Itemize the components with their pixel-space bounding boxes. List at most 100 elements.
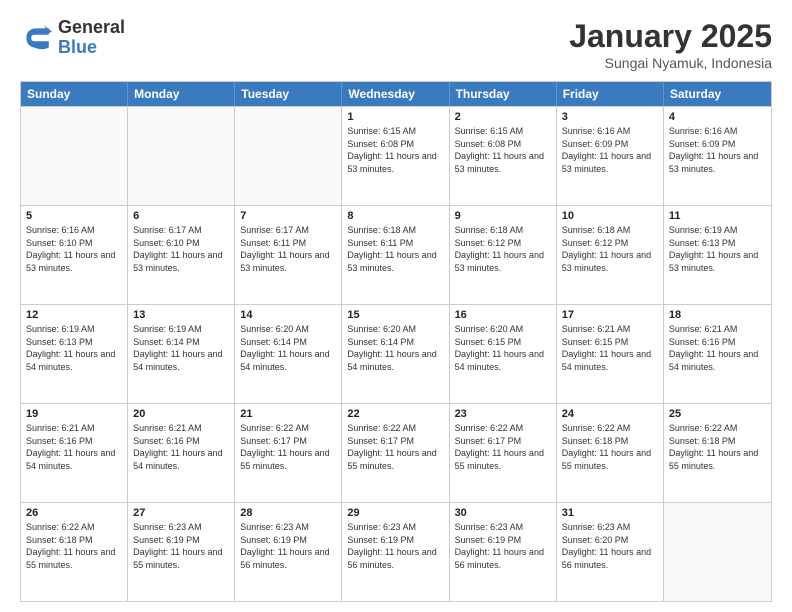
calendar-cell: 12Sunrise: 6:19 AM Sunset: 6:13 PM Dayli… [21,305,128,403]
day-number: 12 [26,309,122,321]
day-number: 18 [669,309,766,321]
day-info: Sunrise: 6:18 AM Sunset: 6:12 PM Dayligh… [562,224,658,274]
logo: General Blue [20,18,125,58]
calendar-cell: 3 Sunrise: 6:16 AM Sunset: 6:09 PM Daylig… [557,107,664,205]
day-number: 6 [133,210,229,222]
day-info: Sunrise: 6:22 AM Sunset: 6:18 PM Dayligh… [562,422,658,472]
day-number: 28 [240,507,336,519]
day-info: Sunrise: 6:17 AM Sunset: 6:10 PM Dayligh… [133,224,229,274]
logo-text: General Blue [58,18,125,58]
calendar-cell: 18Sunrise: 6:21 AM Sunset: 6:16 PM Dayli… [664,305,771,403]
day-number: 16 [455,309,551,321]
calendar-cell: 13 Sunrise: 6:19 AM Sunset: 6:14 PM Dayli… [128,305,235,403]
calendar-body: 1Sunrise: 6:15 AM Sunset: 6:08 PM Daylig… [21,106,771,601]
header-day-tuesday: Tuesday [235,82,342,106]
day-number: 9 [455,210,551,222]
calendar-cell: 20 Sunrise: 6:21 AM Sunset: 6:16 PM Dayli… [128,404,235,502]
header-day-sunday: Sunday [21,82,128,106]
day-info: Sunrise: 6:16 AM Sunset: 6:09 PM Dayligh… [562,125,658,175]
calendar-cell: 30 Sunrise: 6:23 AM Sunset: 6:19 PM Dayli… [450,503,557,601]
day-info: Sunrise: 6:23 AM Sunset: 6:19 PM Dayligh… [347,521,443,571]
calendar: SundayMondayTuesdayWednesdayThursdayFrid… [20,81,772,602]
day-number: 14 [240,309,336,321]
calendar-header: SundayMondayTuesdayWednesdayThursdayFrid… [21,82,771,106]
header-day-saturday: Saturday [664,82,771,106]
day-number: 21 [240,408,336,420]
day-info: Sunrise: 6:23 AM Sunset: 6:19 PM Dayligh… [133,521,229,571]
day-number: 3 [562,111,658,123]
day-number: 30 [455,507,551,519]
calendar-cell: 14 Sunrise: 6:20 AM Sunset: 6:14 PM Dayli… [235,305,342,403]
day-info: Sunrise: 6:15 AM Sunset: 6:08 PM Dayligh… [347,125,443,175]
day-number: 10 [562,210,658,222]
calendar-cell: 29 Sunrise: 6:23 AM Sunset: 6:19 PM Dayli… [342,503,449,601]
calendar-cell: 8 Sunrise: 6:18 AM Sunset: 6:11 PM Daylig… [342,206,449,304]
day-number: 19 [26,408,122,420]
day-info: Sunrise: 6:16 AM Sunset: 6:09 PM Dayligh… [669,125,766,175]
day-number: 5 [26,210,122,222]
logo-general-text: General [58,18,125,38]
calendar-cell: 26 Sunrise: 6:22 AM Sunset: 6:18 PM Dayli… [21,503,128,601]
calendar-row-1: 5 Sunrise: 6:16 AM Sunset: 6:10 PM Daylig… [21,205,771,304]
logo-blue-text: Blue [58,38,125,58]
day-info: Sunrise: 6:17 AM Sunset: 6:11 PM Dayligh… [240,224,336,274]
calendar-row-0: 1Sunrise: 6:15 AM Sunset: 6:08 PM Daylig… [21,106,771,205]
calendar-cell: 1Sunrise: 6:15 AM Sunset: 6:08 PM Daylig… [342,107,449,205]
day-info: Sunrise: 6:23 AM Sunset: 6:20 PM Dayligh… [562,521,658,571]
title-section: January 2025 Sungai Nyamuk, Indonesia [569,18,772,71]
day-number: 23 [455,408,551,420]
calendar-row-2: 12Sunrise: 6:19 AM Sunset: 6:13 PM Dayli… [21,304,771,403]
header-day-friday: Friday [557,82,664,106]
day-info: Sunrise: 6:22 AM Sunset: 6:17 PM Dayligh… [240,422,336,472]
day-number: 2 [455,111,551,123]
calendar-cell: 6 Sunrise: 6:17 AM Sunset: 6:10 PM Daylig… [128,206,235,304]
day-info: Sunrise: 6:19 AM Sunset: 6:13 PM Dayligh… [669,224,766,274]
day-number: 13 [133,309,229,321]
day-info: Sunrise: 6:18 AM Sunset: 6:11 PM Dayligh… [347,224,443,274]
calendar-cell: 28 Sunrise: 6:23 AM Sunset: 6:19 PM Dayli… [235,503,342,601]
day-info: Sunrise: 6:19 AM Sunset: 6:14 PM Dayligh… [133,323,229,373]
calendar-row-4: 26 Sunrise: 6:22 AM Sunset: 6:18 PM Dayli… [21,502,771,601]
calendar-cell [664,503,771,601]
calendar-cell: 10 Sunrise: 6:18 AM Sunset: 6:12 PM Dayli… [557,206,664,304]
header-day-wednesday: Wednesday [342,82,449,106]
day-number: 27 [133,507,229,519]
calendar-cell [128,107,235,205]
calendar-cell: 21 Sunrise: 6:22 AM Sunset: 6:17 PM Dayli… [235,404,342,502]
page: General Blue January 2025 Sungai Nyamuk,… [0,0,792,612]
day-info: Sunrise: 6:23 AM Sunset: 6:19 PM Dayligh… [240,521,336,571]
day-info: Sunrise: 6:20 AM Sunset: 6:15 PM Dayligh… [455,323,551,373]
calendar-cell: 16 Sunrise: 6:20 AM Sunset: 6:15 PM Dayli… [450,305,557,403]
day-number: 4 [669,111,766,123]
calendar-cell: 24Sunrise: 6:22 AM Sunset: 6:18 PM Dayli… [557,404,664,502]
day-number: 17 [562,309,658,321]
day-info: Sunrise: 6:20 AM Sunset: 6:14 PM Dayligh… [347,323,443,373]
calendar-cell: 31 Sunrise: 6:23 AM Sunset: 6:20 PM Dayli… [557,503,664,601]
day-info: Sunrise: 6:23 AM Sunset: 6:19 PM Dayligh… [455,521,551,571]
day-number: 26 [26,507,122,519]
day-number: 31 [562,507,658,519]
logo-icon [20,22,52,54]
day-number: 15 [347,309,443,321]
calendar-cell: 4 Sunrise: 6:16 AM Sunset: 6:09 PM Daylig… [664,107,771,205]
day-number: 20 [133,408,229,420]
calendar-cell: 2 Sunrise: 6:15 AM Sunset: 6:08 PM Daylig… [450,107,557,205]
day-info: Sunrise: 6:21 AM Sunset: 6:15 PM Dayligh… [562,323,658,373]
header: General Blue January 2025 Sungai Nyamuk,… [20,18,772,71]
day-info: Sunrise: 6:20 AM Sunset: 6:14 PM Dayligh… [240,323,336,373]
calendar-cell: 19Sunrise: 6:21 AM Sunset: 6:16 PM Dayli… [21,404,128,502]
day-number: 22 [347,408,443,420]
calendar-cell: 15 Sunrise: 6:20 AM Sunset: 6:14 PM Dayli… [342,305,449,403]
day-number: 8 [347,210,443,222]
calendar-cell: 9Sunrise: 6:18 AM Sunset: 6:12 PM Daylig… [450,206,557,304]
day-info: Sunrise: 6:22 AM Sunset: 6:17 PM Dayligh… [347,422,443,472]
location-subtitle: Sungai Nyamuk, Indonesia [569,55,772,71]
day-info: Sunrise: 6:16 AM Sunset: 6:10 PM Dayligh… [26,224,122,274]
day-info: Sunrise: 6:21 AM Sunset: 6:16 PM Dayligh… [133,422,229,472]
header-day-thursday: Thursday [450,82,557,106]
calendar-cell: 22 Sunrise: 6:22 AM Sunset: 6:17 PM Dayli… [342,404,449,502]
calendar-cell [21,107,128,205]
day-number: 29 [347,507,443,519]
day-info: Sunrise: 6:22 AM Sunset: 6:18 PM Dayligh… [26,521,122,571]
day-info: Sunrise: 6:15 AM Sunset: 6:08 PM Dayligh… [455,125,551,175]
